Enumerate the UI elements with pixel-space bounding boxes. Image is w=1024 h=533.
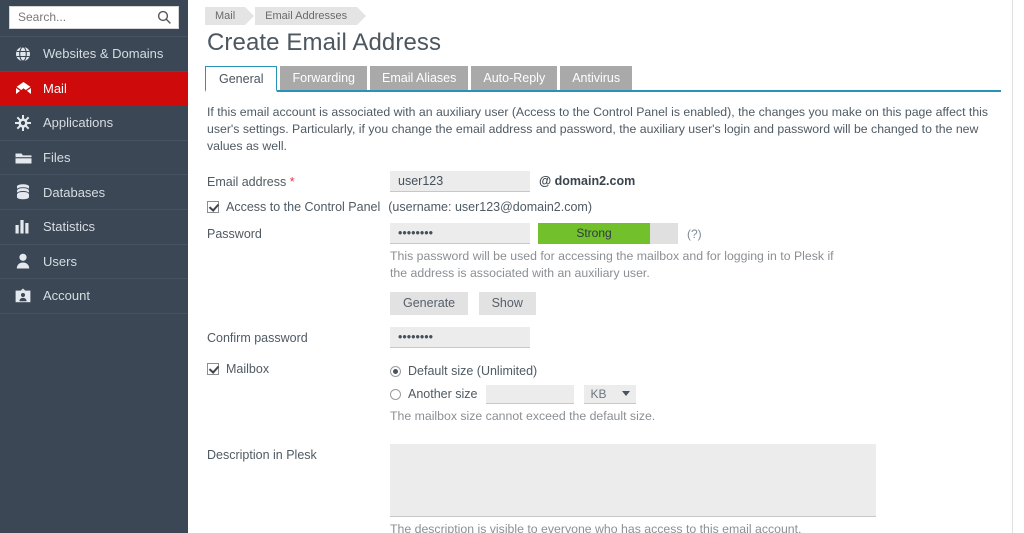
password-strength-meter: Strong (538, 223, 678, 244)
description-hint: The description is visible to everyone w… (390, 521, 910, 533)
tab-email-aliases[interactable]: Email Aliases (370, 66, 468, 90)
confirm-password-input[interactable] (390, 327, 530, 348)
sidebar-item-mail[interactable]: Mail (0, 72, 188, 107)
id-card-icon (14, 287, 32, 305)
envelope-icon (14, 79, 32, 97)
form-row-description: Description in Plesk The description is … (207, 444, 1001, 533)
mailbox-default-size-radio[interactable] (390, 366, 401, 377)
tab-general[interactable]: General (205, 66, 277, 92)
form-row-mailbox: Mailbox Default size (Unlimited) Another… (207, 361, 1001, 425)
password-line: Strong (?) (390, 223, 1001, 244)
control-panel-username-note: (username: user123@domain2.com) (388, 200, 592, 214)
sidebar-search-container (0, 0, 188, 36)
database-icon (14, 183, 32, 201)
tab-bar: General Forwarding Email Aliases Auto-Re… (205, 66, 1001, 92)
sidebar-item-label: Mail (43, 82, 67, 95)
search-box[interactable] (9, 6, 179, 29)
tab-label: Email Aliases (382, 71, 456, 85)
sidebar-item-label: Account (43, 289, 90, 302)
breadcrumb-label: Mail (215, 10, 235, 22)
sidebar-item-users[interactable]: Users (0, 245, 188, 280)
generate-password-button[interactable]: Generate (390, 292, 468, 315)
info-notice: If this email account is associated with… (207, 104, 997, 155)
breadcrumb-item-mail[interactable]: Mail (205, 7, 245, 25)
chevron-down-icon (622, 391, 630, 396)
mailbox-another-size-row[interactable]: Another size KB (390, 384, 1001, 404)
form-row-confirm-password: Confirm password (207, 327, 1001, 348)
sidebar-item-label: Databases (43, 186, 105, 199)
password-help-icon[interactable]: (?) (687, 227, 702, 241)
password-input[interactable] (390, 223, 530, 244)
sidebar-item-files[interactable]: Files (0, 141, 188, 176)
user-icon (14, 252, 32, 270)
right-edge-gutter (1012, 0, 1024, 533)
breadcrumb-label: Email Addresses (265, 10, 347, 22)
sidebar-item-databases[interactable]: Databases (0, 175, 188, 210)
password-strength-label: Strong (538, 223, 650, 244)
control-panel-checkbox[interactable] (207, 201, 219, 213)
tab-label: Forwarding (292, 71, 355, 85)
gear-icon (14, 114, 32, 132)
sidebar-item-account[interactable]: Account (0, 279, 188, 314)
email-label-text: Email address (207, 175, 286, 189)
mailbox-default-size-row[interactable]: Default size (Unlimited) (390, 361, 1001, 381)
sidebar-item-label: Files (43, 151, 70, 164)
sidebar-nav: Websites & Domains Mail (0, 36, 188, 314)
tab-label: General (219, 72, 263, 86)
plesk-window: Websites & Domains Mail (0, 0, 1024, 533)
tab-antivirus[interactable]: Antivirus (560, 66, 632, 90)
sidebar-item-websites-domains[interactable]: Websites & Domains (0, 37, 188, 72)
tab-label: Auto-Reply (483, 71, 545, 85)
email-domain-label: @ domain2.com (539, 171, 635, 192)
sidebar: Websites & Domains Mail (0, 0, 188, 533)
search-input[interactable] (10, 7, 178, 28)
sidebar-item-applications[interactable]: Applications (0, 106, 188, 141)
sidebar-item-label: Statistics (43, 220, 95, 233)
page-title: Create Email Address (207, 29, 1001, 57)
confirm-password-label: Confirm password (207, 327, 390, 345)
show-password-button[interactable]: Show (479, 292, 536, 315)
form-row-email: Email address * @ domain2.com (207, 171, 1001, 192)
globe-icon (14, 45, 32, 63)
password-actions: Generate Show (390, 292, 1001, 315)
mailbox-label: Mailbox (226, 362, 269, 376)
mailbox-label-container: Mailbox (207, 361, 390, 376)
sidebar-item-label: Users (43, 255, 77, 268)
control-panel-checkbox-row[interactable]: Access to the Control Panel (username: u… (207, 200, 1001, 214)
main-content: Mail Email Addresses Create Email Addres… (188, 0, 1024, 533)
tab-label: Antivirus (572, 71, 620, 85)
mailbox-hint: The mailbox size cannot exceed the defau… (390, 408, 840, 425)
description-label: Description in Plesk (207, 444, 390, 462)
mailbox-checkbox-row[interactable]: Mailbox (207, 362, 390, 376)
mailbox-checkbox[interactable] (207, 363, 219, 375)
email-label: Email address * (207, 171, 390, 189)
tab-forwarding[interactable]: Forwarding (280, 66, 367, 90)
form-row-password: Password Strong (?) This password will b… (207, 223, 1001, 315)
sidebar-item-label: Applications (43, 116, 113, 129)
email-input[interactable] (390, 171, 530, 192)
mailbox-unit-select[interactable]: KB (584, 385, 636, 404)
breadcrumb-item-email-addresses[interactable]: Email Addresses (255, 7, 357, 25)
sidebar-item-label: Websites & Domains (43, 47, 163, 60)
folder-icon (14, 149, 32, 167)
mailbox-another-size-label: Another size (408, 387, 477, 401)
password-hint: This password will be used for accessing… (390, 248, 840, 282)
control-panel-label: Access to the Control Panel (226, 200, 380, 214)
mailbox-another-size-radio[interactable] (390, 389, 401, 400)
mailbox-unit-value: KB (590, 387, 606, 401)
description-textarea[interactable] (390, 444, 876, 517)
create-email-form: Email address * @ domain2.com Access to … (205, 171, 1001, 533)
mailbox-size-input[interactable] (486, 385, 574, 404)
password-label: Password (207, 223, 390, 241)
breadcrumb: Mail Email Addresses (205, 7, 1001, 25)
mailbox-default-size-label: Default size (Unlimited) (408, 364, 537, 378)
required-asterisk: * (290, 175, 295, 189)
bar-chart-icon (14, 218, 32, 236)
sidebar-item-statistics[interactable]: Statistics (0, 210, 188, 245)
tab-auto-reply[interactable]: Auto-Reply (471, 66, 557, 90)
